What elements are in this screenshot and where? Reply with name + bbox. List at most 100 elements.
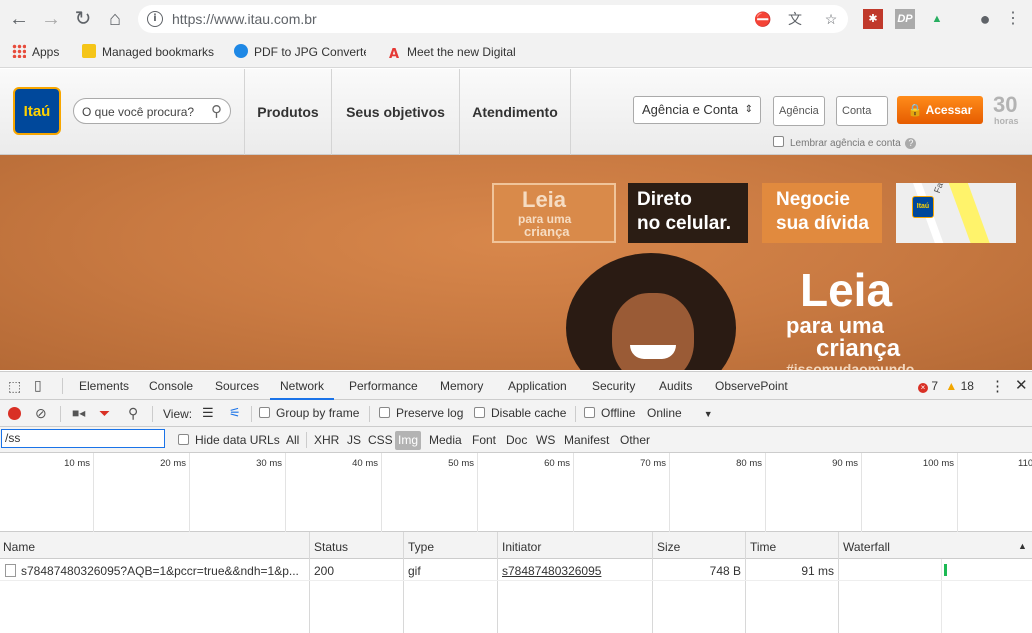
profile-icon[interactable]: ● (975, 9, 995, 29)
capture-screenshots-icon[interactable]: ■◂ (72, 406, 85, 420)
preserve-log-checkbox[interactable]: Preserve log (379, 406, 463, 420)
conta-input[interactable]: Conta (836, 96, 888, 126)
remember-checkbox[interactable]: Lembrar agência e conta ? (773, 136, 917, 149)
nav-seus-objetivos[interactable]: Seus objetivos (331, 69, 459, 155)
checkbox[interactable] (773, 136, 784, 147)
clear-icon[interactable]: ⊘ (35, 405, 47, 422)
column-initiator[interactable]: Initiator (502, 540, 541, 554)
tick-label: 10 ms (64, 458, 90, 469)
address-bar[interactable]: i https://www.itau.com.br ⛔ 文 ☆ (138, 5, 848, 33)
filter-input[interactable]: /ss (1, 429, 165, 448)
tick-line (285, 453, 286, 532)
throttling-select[interactable]: Online ▼ (647, 406, 713, 420)
column-time[interactable]: Time (750, 540, 776, 554)
column-waterfall[interactable]: Waterfall (843, 540, 890, 554)
row-initiator-link[interactable]: s78487480326095 (502, 564, 601, 578)
filter-xhr[interactable]: XHR (314, 433, 339, 447)
acessar-button[interactable]: 🔒 Acessar (897, 96, 983, 124)
error-count[interactable]: × 7 ▲ 18 (918, 379, 974, 393)
disable-cache-checkbox[interactable]: Disable cache (474, 406, 566, 420)
bookmark-managed[interactable]: Managed bookmarks (82, 44, 214, 62)
large-rows-icon[interactable]: ☰ (202, 405, 214, 421)
hide-data-urls-checkbox[interactable]: Hide data URLs (178, 433, 280, 447)
filter-css[interactable]: CSS (368, 433, 393, 447)
filter-font[interactable]: Font (472, 433, 496, 447)
back-arrow-icon[interactable]: ← (7, 7, 31, 31)
tab-observepoint[interactable]: ObservePoint (715, 379, 788, 393)
filter-doc[interactable]: Doc (506, 433, 527, 447)
column-status[interactable]: Status (314, 540, 348, 554)
search-icon[interactable]: ⚲ (211, 102, 222, 120)
column-type[interactable]: Type (408, 540, 434, 554)
tab-memory[interactable]: Memory (440, 379, 483, 393)
filter-media[interactable]: Media (429, 433, 462, 447)
tab-elements[interactable]: Elements (79, 379, 129, 393)
devtools-menu-icon[interactable]: ⋮ (990, 377, 1005, 395)
bookmark-adobe[interactable]: A Meet the new Digital (387, 44, 519, 62)
checkbox[interactable] (178, 434, 189, 445)
sort-ascending-icon[interactable]: ▲ (1018, 541, 1027, 551)
network-filter-bar: /ss Hide data URLs All XHR JS CSS Img Me… (0, 427, 1032, 453)
filter-js[interactable]: JS (347, 433, 361, 447)
tile-negocie[interactable]: Negocie sua dívida (762, 183, 882, 243)
tile-map[interactable]: Faria Lima Itaú (896, 183, 1016, 243)
tab-audits[interactable]: Audits (659, 379, 692, 393)
tick-label: 20 ms (160, 458, 186, 469)
column-size[interactable]: Size (657, 540, 680, 554)
help-icon[interactable]: ? (905, 138, 917, 149)
waterfall-overview-icon[interactable]: ⚟ (229, 405, 241, 421)
tab-network[interactable]: Network (270, 379, 335, 400)
record-icon[interactable] (8, 407, 21, 420)
itau-logo[interactable]: Itaú (13, 87, 61, 135)
extension-dp-icon[interactable]: DP (895, 9, 915, 29)
filter-other[interactable]: Other (620, 433, 650, 447)
bookmark-apps[interactable]: Apps (12, 44, 59, 62)
tab-application[interactable]: Application (508, 379, 567, 393)
device-toolbar-icon[interactable]: ▯ (34, 377, 42, 394)
network-overview-timeline[interactable]: 10 ms 20 ms 30 ms 40 ms 50 ms 60 ms 70 m… (0, 453, 1032, 532)
search-icon[interactable]: ⚲ (128, 405, 138, 422)
tab-console[interactable]: Console (149, 379, 193, 393)
hero-headline: Leia (800, 264, 893, 316)
checkbox[interactable] (259, 407, 270, 418)
translate-icon[interactable]: 文 (786, 10, 804, 28)
login-type-select[interactable]: Agência e Conta ⇕ (633, 96, 761, 124)
bookmark-star-icon[interactable]: ☆ (822, 10, 840, 28)
inspect-element-icon[interactable]: ⬚ (8, 378, 21, 395)
reload-icon[interactable]: ↻ (71, 7, 95, 31)
row-name[interactable]: s78487480326095?AQB=1&pccr=true&&ndh=1&p… (21, 564, 305, 578)
blocked-popup-icon[interactable]: ⛔ (754, 10, 772, 28)
filter-img[interactable]: Img (395, 431, 422, 450)
agencia-input[interactable]: Agência (773, 96, 825, 126)
tab-performance[interactable]: Performance (349, 379, 418, 393)
tile-leia[interactable]: Leia para uma criança (492, 183, 616, 243)
checkbox[interactable] (379, 407, 390, 418)
checkbox[interactable] (474, 407, 485, 418)
nav-atendimento[interactable]: Atendimento (459, 69, 571, 155)
filter-all[interactable]: All (286, 433, 299, 447)
home-icon[interactable]: ⌂ (103, 7, 127, 31)
tab-sources[interactable]: Sources (215, 379, 259, 393)
info-icon[interactable]: i (147, 11, 163, 27)
tick-label: 90 ms (832, 458, 858, 469)
checkbox[interactable] (584, 407, 595, 418)
site-search-input[interactable]: O que você procura? ⚲ (73, 98, 231, 124)
menu-kebab-icon[interactable]: ⋮ (1003, 9, 1023, 29)
filter-ws[interactable]: WS (536, 433, 555, 447)
filter-icon[interactable]: ⏷ (99, 405, 110, 422)
warning-icon: ▲ (945, 379, 958, 393)
tab-security[interactable]: Security (592, 379, 635, 393)
nav-label: Atendimento (472, 104, 558, 120)
extension-drive-icon[interactable]: ▲ (927, 9, 947, 29)
filter-manifest[interactable]: Manifest (564, 433, 609, 447)
offline-checkbox[interactable]: Offline (584, 406, 635, 420)
bookmark-pdf-to-jpg[interactable]: PDF to JPG Converter (234, 44, 366, 62)
group-by-frame-checkbox[interactable]: Group by frame (259, 406, 359, 420)
tile-celular[interactable]: Direto no celular. (628, 183, 748, 243)
extension-red-icon[interactable]: ✱ (863, 9, 883, 29)
column-name[interactable]: Name (3, 540, 35, 554)
forward-arrow-icon[interactable]: → (39, 7, 63, 31)
column-divider (497, 532, 498, 633)
close-devtools-icon[interactable]: ✕ (1015, 376, 1028, 394)
nav-produtos[interactable]: Produtos (244, 69, 331, 155)
